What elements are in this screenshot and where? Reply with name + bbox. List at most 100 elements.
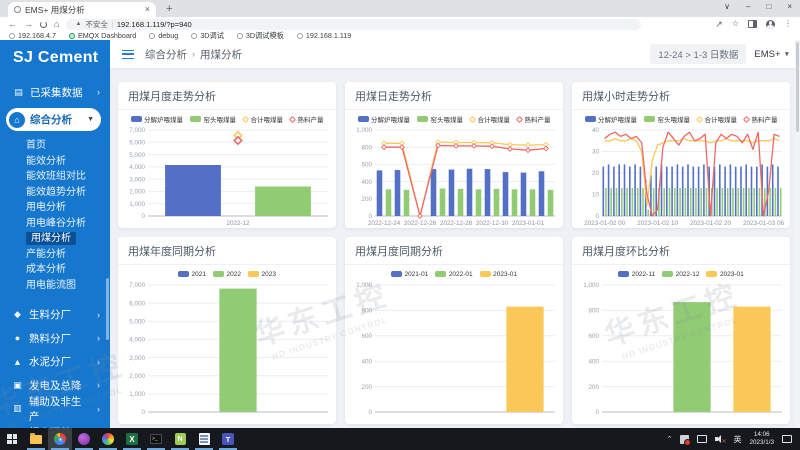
tab-strip: EMS+ 用煤分析 × + ∨ – □ × [0, 0, 800, 17]
chart-plot[interactable]: 02004006008001,000 [345, 279, 563, 424]
browser-menu-icon[interactable]: ⋮ [784, 20, 792, 28]
bookmark-item[interactable]: debug [149, 31, 178, 40]
taskbar-notepad-icon[interactable]: N [168, 428, 192, 450]
chart-legend: 2021 2022 2023 [118, 265, 336, 279]
bookmark-item[interactable]: 192.168.1.119 [297, 31, 351, 40]
url-text[interactable]: 192.168.1.119/?p=940 [117, 20, 192, 29]
legend-item[interactable]: 合计喂煤量 [697, 114, 737, 124]
home-icon[interactable]: ⌂ [54, 20, 59, 29]
chart-legend: 2022-11 2022-12 2023-01 [572, 265, 790, 279]
group-label: 水泥分厂 [29, 354, 71, 369]
sidebar-submenu-item[interactable]: 用电分析 [0, 200, 110, 216]
sidebar-submenu-item[interactable]: 能效分析 [0, 154, 110, 170]
sidebar-submenu-item[interactable]: 成本分析 [0, 262, 110, 278]
sidebar-submenu-item[interactable]: 用电能流图 [0, 278, 110, 294]
profile-dropdown[interactable]: EMS+ ▼ [754, 49, 790, 60]
forward-icon[interactable]: → [24, 20, 33, 29]
address-bar[interactable]: ▲ 不安全 192.168.1.119/?p=940 [66, 19, 641, 30]
sidebar-submenu-item[interactable]: 用电峰谷分析 [0, 216, 110, 232]
legend-item[interactable]: 2023-01 [706, 271, 743, 278]
sidebar-submenu-item[interactable]: 能效班组对比 [0, 169, 110, 185]
bookmark-star-icon[interactable]: ☆ [732, 20, 739, 28]
browser-tab[interactable]: EMS+ 用煤分析 × [8, 2, 156, 17]
tray-expand-icon[interactable]: ⌃ [667, 435, 673, 443]
legend-item[interactable]: 2022 [213, 271, 241, 278]
taskbar-start-button[interactable] [0, 428, 24, 450]
legend-item[interactable]: 分解炉喂煤量 [131, 114, 184, 124]
chart-plot[interactable]: 02004006008001,0002022-12-242022-12-2620… [345, 124, 563, 228]
bookmark-item[interactable]: 3D调试 [191, 31, 224, 41]
sidebar-item-collected-data[interactable]: ▤ 已采集数据 › [0, 81, 110, 103]
legend-item[interactable]: 窑头喂煤量 [417, 114, 463, 124]
submenu-label: 首页 [26, 140, 46, 151]
bookmark-item[interactable]: EMQX Dashboard [69, 31, 136, 40]
legend-item[interactable]: 熟料产量 [517, 114, 551, 124]
sidebar-group-item[interactable]: ▲水泥分厂› [0, 350, 110, 374]
legend-item[interactable]: 2022-01 [435, 271, 472, 278]
chart-plot[interactable]: 02004006008001,000 [572, 279, 790, 424]
close-icon[interactable]: × [787, 2, 792, 11]
sidebar-submenu-item[interactable]: 能效趋势分析 [0, 185, 110, 201]
refresh-icon[interactable] [40, 21, 47, 28]
page-scrollbar-thumb[interactable] [796, 42, 799, 132]
legend-item[interactable]: 熟料产量 [744, 114, 778, 124]
legend-item[interactable]: 合计喂煤量 [470, 114, 510, 124]
taskbar-chrome-icon[interactable] [48, 428, 72, 450]
taskbar-clock[interactable]: 14:06 2023/1/3 [749, 431, 774, 448]
legend-item[interactable]: 2021 [178, 271, 206, 278]
mute-x-icon: ✕ [721, 439, 726, 445]
legend-item[interactable]: 2022-12 [662, 271, 699, 278]
tab-close-icon[interactable]: × [145, 5, 150, 14]
taskbar-file-explorer-icon[interactable] [24, 428, 48, 450]
legend-item[interactable]: 分解炉喂煤量 [358, 114, 411, 124]
side-panel-icon[interactable] [748, 20, 757, 28]
notification-center-icon[interactable] [782, 435, 792, 443]
legend-item[interactable]: 窑头喂煤量 [644, 114, 690, 124]
profile-label: EMS+ [754, 49, 780, 60]
chart-plot[interactable]: 01,0002,0003,0004,0005,0006,0007,000 [118, 279, 336, 424]
maximize-icon[interactable]: □ [766, 2, 771, 11]
legend-item[interactable]: 2023-01 [480, 271, 517, 278]
minimize-icon[interactable]: – [746, 2, 750, 11]
bookmark-item[interactable]: 3D调试模板 [237, 31, 284, 41]
breadcrumb-section[interactable]: 综合分析 [145, 47, 187, 62]
legend-item[interactable]: 合计喂煤量 [243, 114, 283, 124]
taskbar-app-color-icon[interactable] [96, 428, 120, 450]
sidebar-submenu-item[interactable]: 用煤分析 [0, 231, 110, 247]
legend-item[interactable]: 分解炉喂煤量 [585, 114, 638, 124]
sidebar-submenu-item[interactable]: 产能分析 [0, 247, 110, 263]
group-icon: ▣ [12, 380, 23, 391]
chart-plot[interactable]: 0102030402023-01-02 002023-01-02 102023-… [572, 124, 790, 228]
legend-item[interactable]: 熟料产量 [290, 114, 324, 124]
bookmark-item[interactable]: 192.168.4.7 [9, 31, 56, 40]
sidebar-item-comprehensive-analysis[interactable]: ⌂ 综合分析 ▼ [6, 108, 101, 131]
security-label[interactable]: 不安全 [85, 19, 108, 30]
sidebar-group-item[interactable]: ●熟料分厂› [0, 327, 110, 351]
tray-app-badge-icon[interactable] [680, 435, 689, 444]
taskbar-excel-icon[interactable]: X [120, 428, 144, 450]
taskbar-teams-icon[interactable]: T [216, 428, 240, 450]
legend-item[interactable]: 2022-11 [618, 271, 655, 278]
share-icon[interactable]: ↗ [715, 20, 723, 29]
sidebar-scrollbar-thumb[interactable] [106, 278, 109, 340]
hamburger-menu-icon[interactable] [122, 50, 134, 59]
chart-plot[interactable]: 01,0002,0003,0004,0005,0006,0007,0002022… [118, 124, 336, 228]
back-icon[interactable]: ← [8, 20, 17, 29]
legend-item[interactable]: 窑头喂煤量 [190, 114, 236, 124]
date-range-button[interactable]: 12-24 > 1-3 日数据 [650, 44, 746, 64]
profile-avatar-icon[interactable] [766, 20, 775, 29]
window-menu-icon[interactable]: ∨ [724, 2, 730, 11]
volume-muted-icon[interactable]: ✕ [715, 435, 725, 444]
sidebar-submenu-item[interactable]: 首页 [0, 138, 110, 154]
sidebar-group-item[interactable]: ◆生料分厂› [0, 303, 110, 327]
taskbar-app-purple-icon[interactable] [72, 428, 96, 450]
display-icon[interactable] [697, 435, 707, 443]
page-scrollbar[interactable] [795, 40, 800, 428]
new-tab-button[interactable]: + [166, 3, 172, 15]
legend-item[interactable]: 2023 [248, 271, 276, 278]
taskbar-document-app-icon[interactable] [192, 428, 216, 450]
ime-indicator[interactable]: 英 [733, 434, 741, 445]
legend-item[interactable]: 2021-01 [391, 271, 428, 278]
taskbar-terminal-icon[interactable]: >_ [144, 428, 168, 450]
sidebar-group-item[interactable]: ▥辅助及非生产› [0, 397, 110, 421]
